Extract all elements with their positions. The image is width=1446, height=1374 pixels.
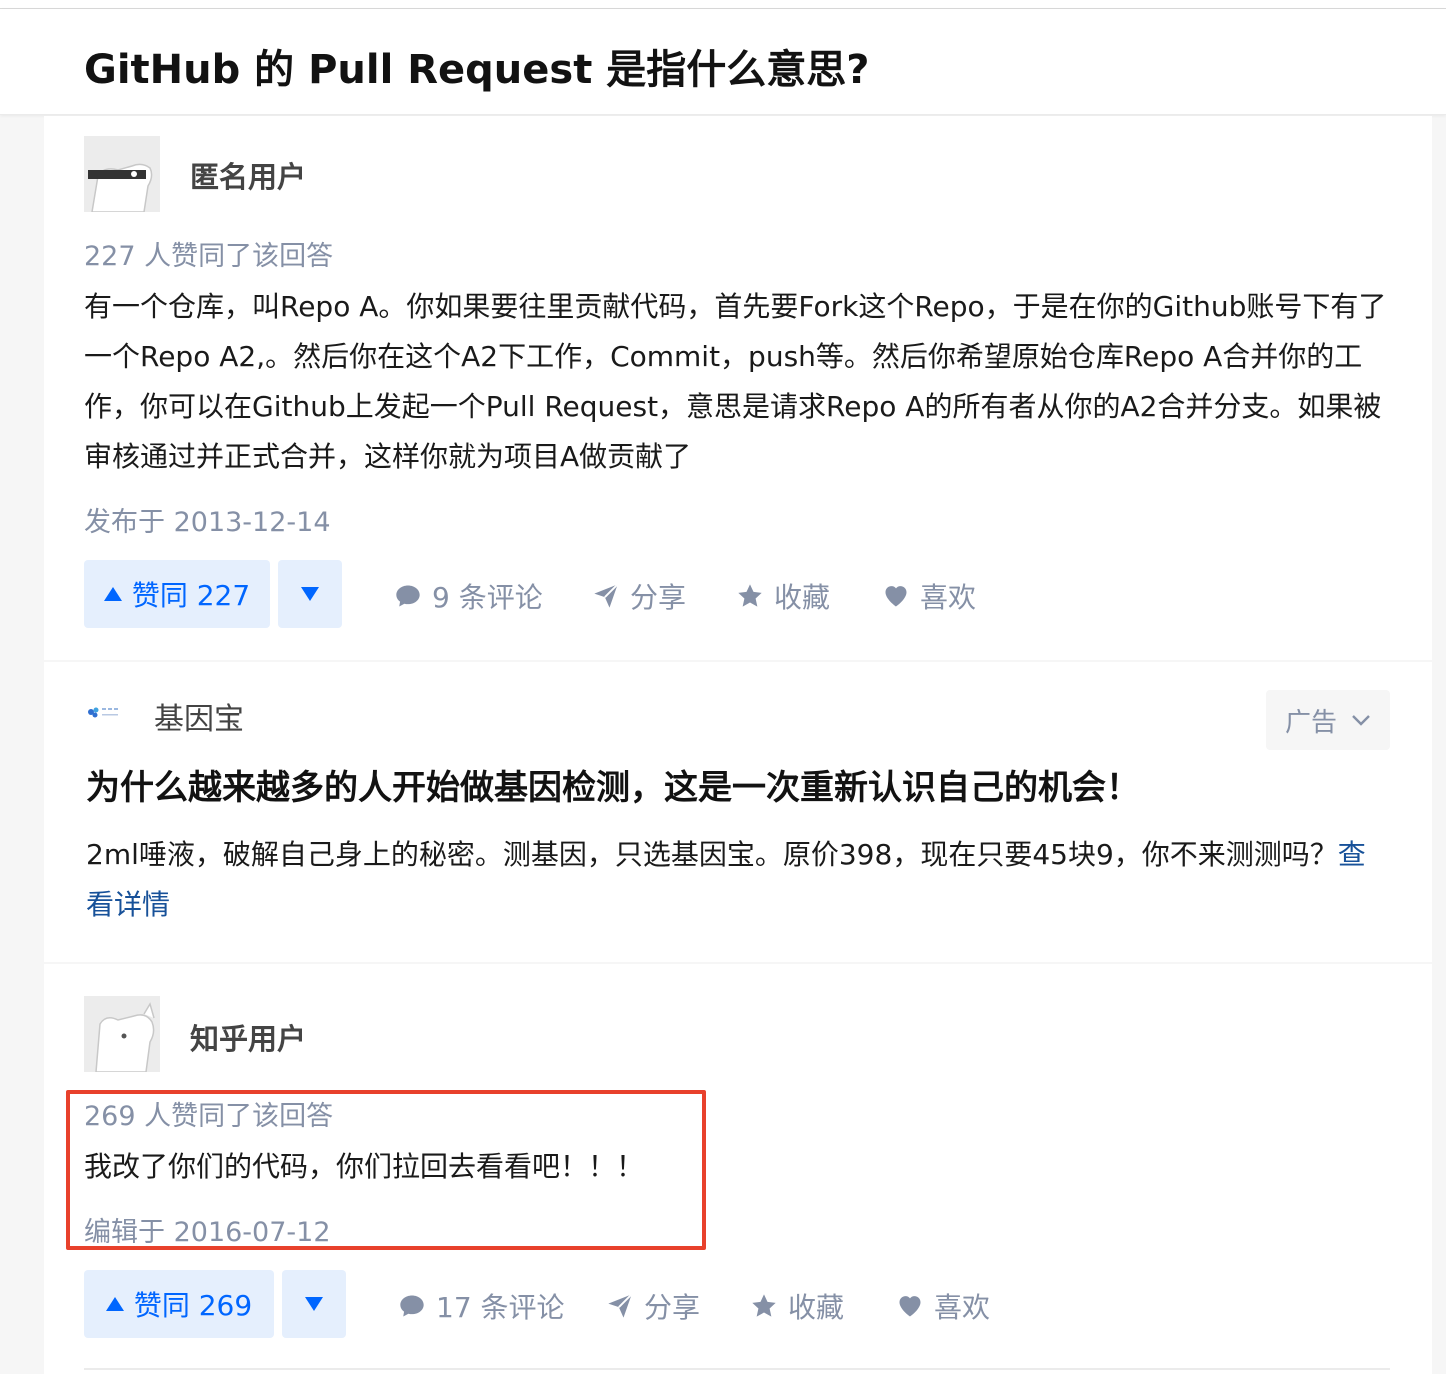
- like-label: 喜欢: [920, 581, 977, 614]
- downvote-button[interactable]: [278, 560, 342, 628]
- publish-date[interactable]: 发布于 2013-12-14: [84, 500, 331, 539]
- question-header: GitHub 的 Pull Request 是指什么意思?: [0, 9, 1446, 115]
- red-highlight-annotation: [66, 1090, 706, 1250]
- comment-icon: [396, 585, 420, 607]
- downvote-button[interactable]: [282, 1270, 346, 1338]
- vote-count-text: 227 人赞同了该回答: [84, 241, 334, 272]
- answer-card-1: 匿名用户 227 人赞同了该回答 有一个仓库，叫Repo A。你如果要往里贡献代…: [44, 116, 1432, 660]
- ad-description: 2ml唾液，破解自己身上的秘密。测基因，只选基因宝。原价398，现在只要45块9…: [86, 838, 1338, 871]
- ad-source[interactable]: 基因宝: [154, 694, 244, 738]
- star-icon: [738, 584, 762, 607]
- ad-tag-label: 广告: [1284, 707, 1337, 738]
- author-name[interactable]: 匿名用户: [190, 154, 306, 196]
- upvote-label: 赞同 227: [131, 579, 251, 612]
- collect-label: 收藏: [774, 581, 831, 614]
- answer-content: 有一个仓库，叫Repo A。你如果要往里贡献代码，首先要Fork这个Repo，于…: [84, 290, 1387, 473]
- avatar[interactable]: [84, 136, 160, 212]
- comment-icon: [400, 1295, 424, 1317]
- avatar[interactable]: [84, 996, 160, 1072]
- caret-down-icon: [305, 1297, 323, 1311]
- ad-card[interactable]: 基因宝 广告 为什么越来越多的人开始做基因检测，这是一次重新认识自己的机会！ 2…: [44, 662, 1432, 962]
- caret-down-icon: [301, 587, 319, 601]
- collect-button[interactable]: 收藏: [736, 576, 830, 616]
- collect-label: 收藏: [788, 1291, 845, 1324]
- caret-up-icon: [105, 1297, 124, 1311]
- star-icon: [752, 1294, 776, 1317]
- heart-icon: [899, 1296, 921, 1317]
- ad-tag-menu[interactable]: 广告: [1266, 690, 1390, 750]
- author-name[interactable]: 知乎用户: [190, 1016, 306, 1058]
- like-button[interactable]: 喜欢: [882, 576, 976, 616]
- share-button[interactable]: 分享: [592, 576, 686, 616]
- comments-button[interactable]: 17 条评论: [398, 1286, 565, 1326]
- top-edge: [0, 0, 1446, 9]
- ad-title[interactable]: 为什么越来越多的人开始做基因检测，这是一次重新认识自己的机会！: [86, 760, 1140, 809]
- ad-text: 2ml唾液，破解自己身上的秘密。测基因，只选基因宝。原价398，现在只要45块9…: [86, 830, 1386, 930]
- like-label: 喜欢: [934, 1291, 991, 1324]
- comments-button[interactable]: 9 条评论: [394, 576, 543, 616]
- share-label: 分享: [644, 1291, 701, 1324]
- divider: [84, 1368, 1390, 1370]
- chevron-down-icon: [1352, 715, 1370, 726]
- share-button[interactable]: 分享: [606, 1286, 700, 1326]
- like-button[interactable]: 喜欢: [896, 1286, 990, 1326]
- share-icon: [608, 1293, 633, 1318]
- share-label: 分享: [630, 581, 687, 614]
- collect-button[interactable]: 收藏: [750, 1286, 844, 1326]
- comments-label: 9 条评论: [432, 581, 543, 614]
- caret-up-icon: [103, 587, 122, 601]
- upvote-button[interactable]: 赞同 227: [84, 560, 270, 628]
- heart-icon: [885, 586, 907, 607]
- upvote-label: 赞同 269: [133, 1289, 253, 1322]
- question-title[interactable]: GitHub 的 Pull Request 是指什么意思?: [84, 37, 869, 95]
- genebao-logo: [88, 707, 118, 718]
- share-icon: [594, 583, 619, 608]
- upvote-button[interactable]: 赞同 269: [84, 1270, 274, 1338]
- comments-label: 17 条评论: [436, 1291, 565, 1324]
